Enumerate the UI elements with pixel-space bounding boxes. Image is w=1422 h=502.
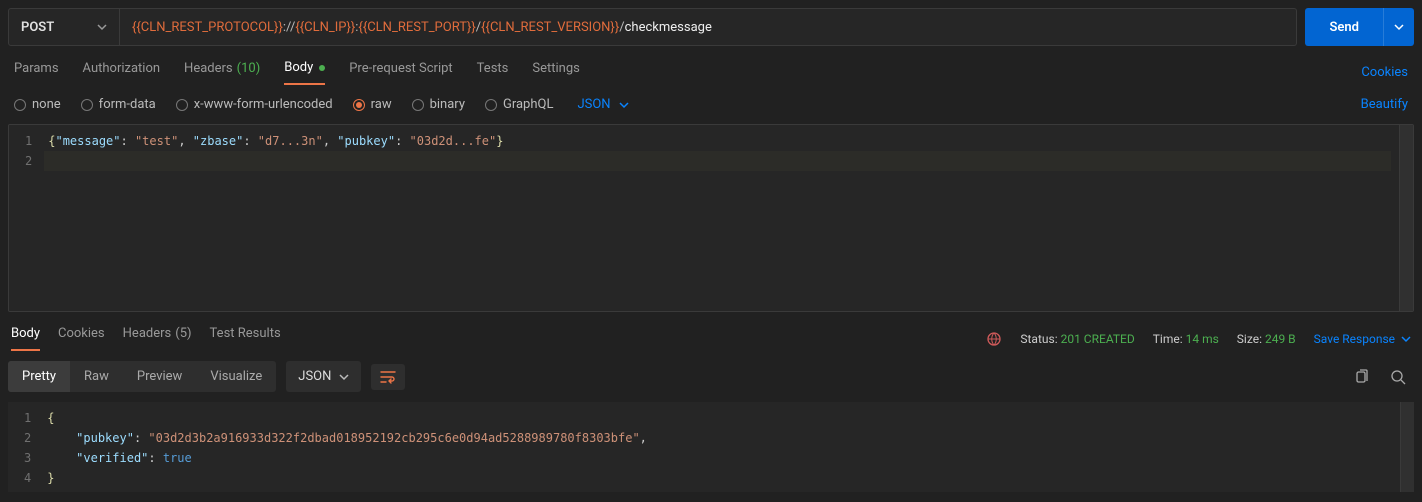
tab-tests[interactable]: Tests [477, 60, 509, 85]
code-content[interactable]: {"message": "test", "zbase": "d7...3n", … [44, 125, 1399, 311]
send-dropdown[interactable] [1383, 8, 1414, 46]
response-format-select[interactable]: JSON [286, 361, 361, 392]
send-button-label[interactable]: Send [1305, 8, 1383, 46]
copy-icon[interactable] [1354, 369, 1370, 385]
wrap-icon [380, 370, 396, 384]
tab-prerequest[interactable]: Pre-request Script [349, 60, 452, 85]
size-label: Size: 249 B [1237, 332, 1296, 346]
search-icon[interactable] [1390, 369, 1406, 385]
url-input[interactable]: {{CLN_REST_PROTOCOL}}://{{CLN_IP}}:{{CLN… [120, 8, 1297, 46]
radio-none[interactable]: none [14, 97, 61, 112]
response-body-editor[interactable]: 1 2 3 4 { "pubkey": "03d2d3b2a916933d322… [8, 402, 1414, 492]
save-response-button[interactable]: Save Response [1314, 332, 1411, 346]
radio-raw[interactable]: raw [353, 97, 392, 112]
minimap [1400, 402, 1414, 492]
line-gutter: 1 2 3 4 [8, 402, 43, 492]
tab-body[interactable]: Body [284, 60, 325, 85]
view-tab-raw[interactable]: Raw [70, 361, 123, 392]
chevron-down-icon [1394, 22, 1404, 32]
status-label: Status: 201 CREATED [1020, 332, 1134, 346]
view-tab-preview[interactable]: Preview [123, 361, 196, 392]
minimap [1399, 125, 1413, 311]
body-format-select[interactable]: JSON [577, 97, 628, 112]
line-gutter: 1 2 [9, 125, 44, 311]
radio-icon [353, 99, 365, 111]
resp-tab-test-results[interactable]: Test Results [210, 326, 281, 351]
radio-icon [81, 99, 93, 111]
response-view-tabs: Pretty Raw Preview Visualize [8, 361, 276, 392]
tab-params[interactable]: Params [14, 60, 59, 85]
chevron-down-icon [339, 372, 349, 382]
send-button[interactable]: Send [1305, 8, 1414, 46]
tab-headers[interactable]: Headers(10) [184, 60, 260, 85]
radio-graphql[interactable]: GraphQL [485, 97, 553, 112]
radio-icon [14, 99, 26, 111]
word-wrap-button[interactable] [371, 364, 405, 390]
request-body-editor[interactable]: 1 2 {"message": "test", "zbase": "d7...3… [8, 124, 1414, 312]
code-content[interactable]: { "pubkey": "03d2d3b2a916933d322f2dbad01… [43, 402, 1400, 492]
radio-x-www-form-urlencoded[interactable]: x-www-form-urlencoded [176, 97, 333, 112]
radio-icon [485, 99, 497, 111]
view-tab-pretty[interactable]: Pretty [8, 361, 70, 392]
dot-indicator-icon [319, 65, 325, 71]
tab-authorization[interactable]: Authorization [83, 60, 161, 85]
method-value: POST [21, 20, 54, 35]
radio-form-data[interactable]: form-data [81, 97, 156, 112]
time-label: Time: 14 ms [1153, 332, 1219, 346]
tab-settings[interactable]: Settings [532, 60, 579, 85]
chevron-down-icon [1401, 334, 1411, 344]
view-tab-visualize[interactable]: Visualize [196, 361, 276, 392]
method-select[interactable]: POST [8, 8, 120, 46]
resp-tab-body[interactable]: Body [11, 326, 40, 351]
chevron-down-icon [97, 22, 107, 32]
network-globe-icon[interactable] [986, 331, 1002, 347]
beautify-link[interactable]: Beautify [1361, 97, 1408, 112]
resp-tab-headers[interactable]: Headers(5) [123, 326, 192, 351]
radio-binary[interactable]: binary [412, 97, 465, 112]
chevron-down-icon [619, 100, 629, 110]
radio-icon [176, 99, 188, 111]
resp-tab-cookies[interactable]: Cookies [58, 326, 105, 351]
radio-icon [412, 99, 424, 111]
cookies-link[interactable]: Cookies [1361, 65, 1408, 80]
